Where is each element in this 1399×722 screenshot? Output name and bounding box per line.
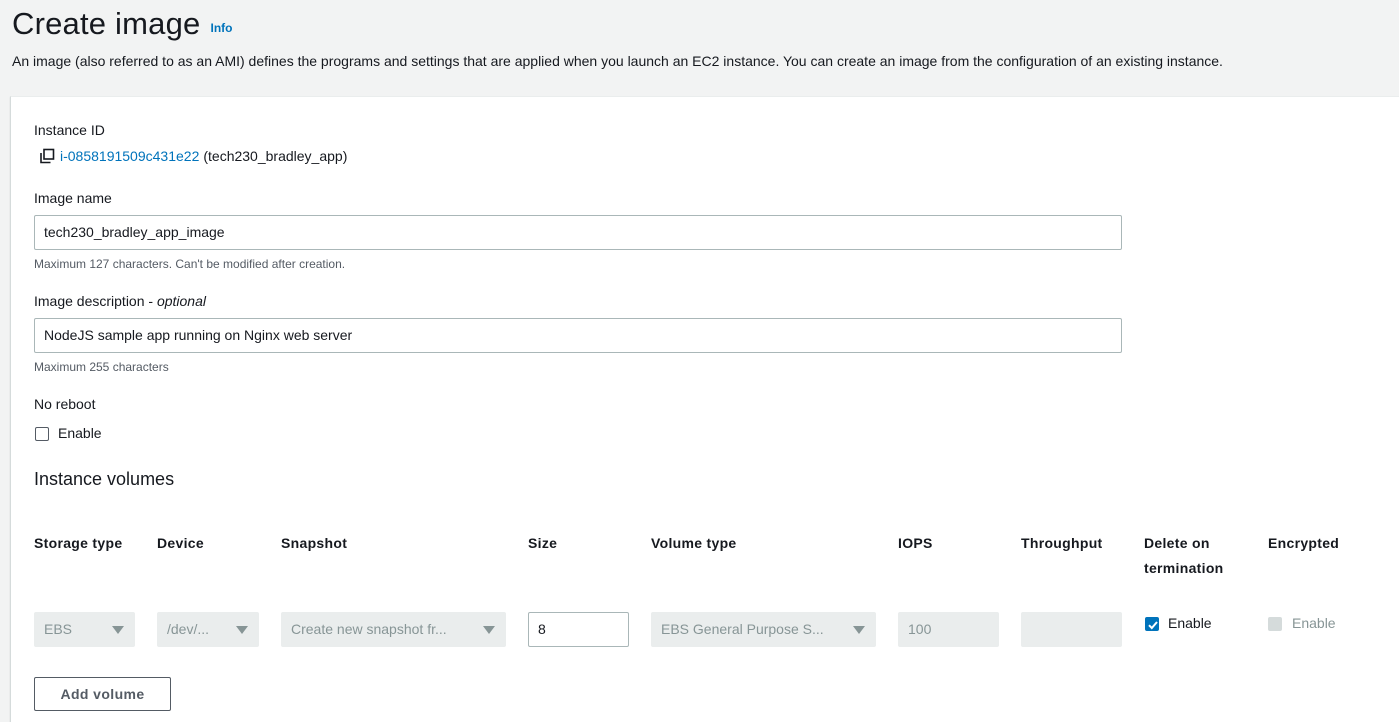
snapshot-select[interactable]: Create new snapshot fr... — [281, 612, 506, 647]
image-description-hint: Maximum 255 characters — [34, 360, 169, 374]
no-reboot-label: No reboot — [34, 396, 96, 412]
col-size: Size — [528, 535, 558, 551]
page-title: Create image — [12, 6, 201, 41]
image-name-input[interactable]: tech230_bradley_app_image — [34, 215, 1122, 250]
size-input[interactable]: 8 — [528, 612, 629, 647]
instance-id-row: i-0858191509c431e22 (tech230_bradley_app… — [39, 148, 347, 164]
instance-id-label: Instance ID — [34, 122, 105, 138]
col-throughput: Throughput — [1021, 535, 1103, 551]
volume-type-select[interactable]: EBS General Purpose S... — [651, 612, 876, 647]
image-description-input[interactable]: NodeJS sample app running on Nginx web s… — [34, 318, 1122, 353]
device-select[interactable]: /dev/... — [157, 612, 259, 647]
device-value: /dev/... — [167, 621, 210, 637]
instance-volumes-title: Instance volumes — [34, 469, 175, 489]
col-encrypted: Encrypted — [1268, 535, 1340, 551]
optional-tag: optional — [156, 293, 206, 309]
col-delete-on-termination: Delete on termination — [1144, 535, 1224, 576]
create-image-panel: Instance ID i-0858191509c431e22 (tech230… — [10, 96, 1399, 722]
caret-down-icon — [236, 626, 248, 634]
title-row: Create image Info — [12, 6, 233, 46]
instance-name: (tech230_bradley_app) — [203, 148, 348, 164]
caret-down-icon — [112, 626, 124, 634]
image-name-label: Image name — [34, 190, 112, 206]
volume-type-value: EBS General Purpose S... — [661, 621, 824, 637]
col-storage-type: Storage type — [34, 535, 123, 551]
col-volume-type: Volume type — [651, 535, 737, 551]
image-description-label: Image description - optional — [34, 293, 206, 309]
info-link[interactable]: Info — [211, 21, 233, 35]
storage-type-select[interactable]: EBS — [34, 612, 135, 647]
no-reboot-checkbox[interactable] — [35, 427, 49, 441]
instance-id-link[interactable]: i-0858191509c431e22 — [60, 148, 199, 164]
iops-input[interactable]: 100 — [898, 612, 999, 647]
image-description-label-text: Image description - — [34, 293, 157, 309]
delete-on-termination-checkbox[interactable] — [1145, 617, 1159, 631]
delete-on-termination-label[interactable]: Enable — [1168, 615, 1212, 631]
caret-down-icon — [853, 626, 865, 634]
col-iops: IOPS — [898, 535, 933, 551]
page-description: An image (also referred to as an AMI) de… — [12, 53, 1223, 69]
encrypted-label: Enable — [1292, 615, 1336, 631]
col-snapshot: Snapshot — [281, 535, 348, 551]
storage-type-value: EBS — [44, 621, 73, 637]
check-icon — [1148, 621, 1158, 630]
snapshot-value: Create new snapshot fr... — [291, 621, 447, 637]
caret-down-icon — [483, 626, 495, 634]
encrypted-checkbox[interactable] — [1268, 617, 1282, 631]
throughput-input[interactable] — [1021, 612, 1122, 647]
add-volume-button[interactable]: Add volume — [34, 677, 171, 711]
copy-icon[interactable] — [39, 148, 55, 164]
no-reboot-checkbox-label[interactable]: Enable — [58, 425, 102, 441]
col-device: Device — [157, 535, 204, 551]
image-name-hint: Maximum 127 characters. Can't be modifie… — [34, 257, 346, 271]
